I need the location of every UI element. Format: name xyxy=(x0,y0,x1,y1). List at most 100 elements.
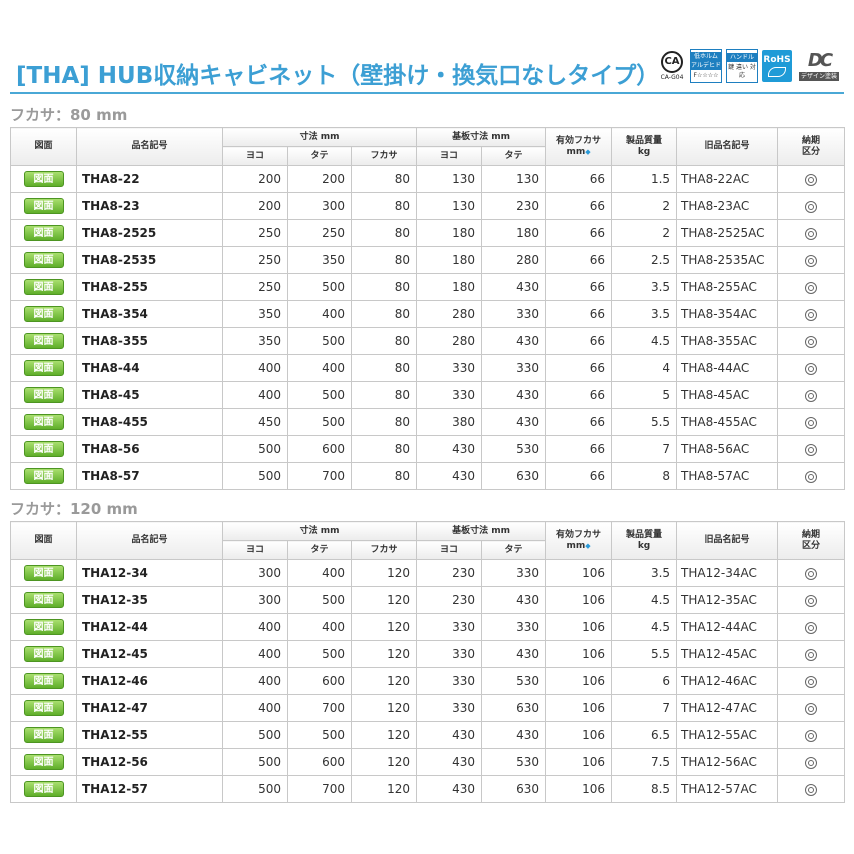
cell-width: 400 xyxy=(222,694,288,722)
cell-depth: 80 xyxy=(350,300,418,328)
table-row: 図面 THA8-2525 250 250 80 180 180 66 2 THA8-2525AC xyxy=(10,219,846,247)
header-delivery-class: 区分 xyxy=(802,146,821,157)
table-row: 図面 THA8-57 500 700 80 430 630 66 8 THA8-57AC xyxy=(10,462,846,490)
header-width: ヨコ xyxy=(222,146,288,166)
double-circle-icon xyxy=(805,702,818,715)
cell-model: THA8-2525 xyxy=(76,219,223,247)
cell-effective-depth: 66 xyxy=(545,300,613,328)
cell-delivery xyxy=(777,273,846,301)
diagram-button[interactable]: 図面 xyxy=(23,198,64,214)
cell-delivery xyxy=(777,327,846,355)
cell-height: 700 xyxy=(287,775,352,803)
cell-effective-depth: 106 xyxy=(545,667,613,695)
header-diagram: 図面 xyxy=(10,127,77,166)
diagram-button[interactable]: 図面 xyxy=(23,171,64,187)
cell-board-height: 430 xyxy=(481,721,547,749)
table-row: 図面 THA12-47 400 700 120 330 630 106 7 THA12-47AC xyxy=(10,694,846,722)
diagram-button[interactable]: 図面 xyxy=(23,754,64,770)
diagram-button[interactable]: 図面 xyxy=(23,646,64,662)
table-row: 図面 THA12-45 400 500 120 330 430 106 5.5 THA12-45A… xyxy=(10,640,846,668)
cell-delivery xyxy=(777,354,846,382)
cell-board-height: 280 xyxy=(481,246,547,274)
cell-weight: 7 xyxy=(611,694,678,722)
diagram-button[interactable]: 図面 xyxy=(23,306,64,322)
diagram-button[interactable]: 図面 xyxy=(23,387,64,403)
cell-model: THA8-23 xyxy=(76,192,223,220)
diagram-button[interactable]: 図面 xyxy=(23,468,64,484)
cell-height: 600 xyxy=(287,748,352,776)
diagram-button[interactable]: 図面 xyxy=(23,441,64,457)
cell-diagram: 図面 xyxy=(10,613,77,641)
cell-board-width: 380 xyxy=(416,408,483,436)
cell-delivery xyxy=(777,300,846,328)
cell-depth: 120 xyxy=(350,667,418,695)
cell-weight: 5.5 xyxy=(611,640,678,668)
certification-icons: CA CA-G04 低ホルム アルデヒド F☆☆☆☆ ハンドル 鍵 違い 対応 … xyxy=(658,48,842,84)
table-row: 図面 THA8-45 400 500 80 330 430 66 5 THA8-45AC xyxy=(10,381,846,409)
header-board-dimensions: 基板寸法 mm xyxy=(416,127,547,147)
cell-old-model: THA12-55AC xyxy=(676,721,779,749)
cell-effective-depth: 66 xyxy=(545,327,613,355)
low-formaldehyde-icon: 低ホルム アルデヒド F☆☆☆☆ xyxy=(690,49,722,83)
cell-width: 250 xyxy=(222,219,288,247)
cell-height: 350 xyxy=(287,246,352,274)
diagram-button[interactable]: 図面 xyxy=(23,673,64,689)
header-effective-depth-unit: mm xyxy=(566,540,586,551)
diagram-button[interactable]: 図面 xyxy=(23,225,64,241)
cell-old-model: THA12-46AC xyxy=(676,667,779,695)
cell-height: 700 xyxy=(287,462,352,490)
diagram-button[interactable]: 図面 xyxy=(23,700,64,716)
diagram-button[interactable]: 図面 xyxy=(23,781,64,797)
diagram-button[interactable]: 図面 xyxy=(23,333,64,349)
cell-effective-depth: 66 xyxy=(545,192,613,220)
diagram-button[interactable]: 図面 xyxy=(23,414,64,430)
cell-weight: 4 xyxy=(611,354,678,382)
header-model: 品名記号 xyxy=(76,521,223,560)
cell-width: 400 xyxy=(222,667,288,695)
header-height: タテ xyxy=(287,146,352,166)
cell-board-height: 180 xyxy=(481,219,547,247)
double-circle-icon xyxy=(805,729,818,742)
cell-board-width: 230 xyxy=(416,559,483,587)
cell-board-height: 530 xyxy=(481,435,547,463)
cell-model: THA12-46 xyxy=(76,667,223,695)
cell-weight: 5 xyxy=(611,381,678,409)
diagram-button[interactable]: 図面 xyxy=(23,252,64,268)
handle-top: ハンドル xyxy=(727,52,757,62)
cell-board-width: 280 xyxy=(416,327,483,355)
table-row: 図面 THA8-455 450 500 80 380 430 66 5.5 THA8-455AC xyxy=(10,408,846,436)
header-effective-depth: 有効フカサ mm◆ xyxy=(545,127,613,166)
diagram-button[interactable]: 図面 xyxy=(23,619,64,635)
header-weight-label: 製品質量 xyxy=(626,135,663,146)
double-circle-icon xyxy=(805,416,818,429)
header-board-height: タテ xyxy=(481,146,547,166)
double-circle-icon xyxy=(805,675,818,688)
diagram-button[interactable]: 図面 xyxy=(23,279,64,295)
cell-diagram: 図面 xyxy=(10,435,77,463)
cell-board-width: 430 xyxy=(416,775,483,803)
cell-weight: 4.5 xyxy=(611,586,678,614)
cell-height: 500 xyxy=(287,381,352,409)
header-dimensions: 寸法 mm xyxy=(221,127,418,147)
diagram-button[interactable]: 図面 xyxy=(23,360,64,376)
cell-effective-depth: 66 xyxy=(545,435,613,463)
cell-old-model: THA12-47AC xyxy=(676,694,779,722)
cell-board-height: 130 xyxy=(481,165,547,193)
diagram-button[interactable]: 図面 xyxy=(23,727,64,743)
cell-height: 200 xyxy=(287,165,352,193)
cell-height: 500 xyxy=(287,273,352,301)
cell-height: 500 xyxy=(287,327,352,355)
cell-weight: 3.5 xyxy=(611,273,678,301)
header-effective-depth-label: 有効フカサ xyxy=(556,135,602,146)
cell-board-width: 430 xyxy=(416,462,483,490)
cell-board-height: 330 xyxy=(481,559,547,587)
cell-weight: 7.5 xyxy=(611,748,678,776)
diagram-button[interactable]: 図面 xyxy=(23,565,64,581)
cell-delivery xyxy=(777,462,846,490)
diagram-button[interactable]: 図面 xyxy=(23,592,64,608)
cell-delivery xyxy=(777,381,846,409)
header-depth: フカサ xyxy=(350,146,418,166)
cell-model: THA8-255 xyxy=(76,273,223,301)
cell-board-width: 180 xyxy=(416,273,483,301)
cell-board-height: 530 xyxy=(481,667,547,695)
